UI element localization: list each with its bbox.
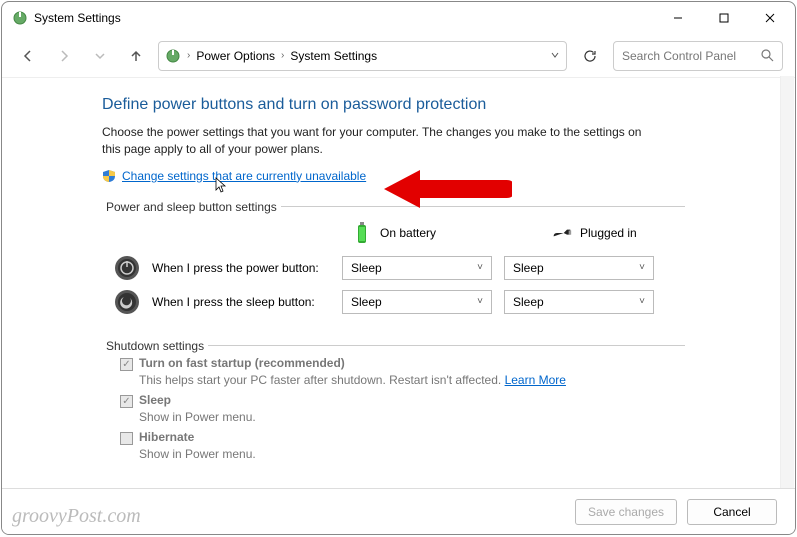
content-area: Define power buttons and turn on passwor… [2, 78, 795, 498]
page-description: Choose the power settings that you want … [102, 124, 662, 158]
up-button[interactable] [122, 42, 150, 70]
power-options-icon [165, 48, 181, 64]
search-icon [761, 49, 774, 62]
change-settings-link[interactable]: Change settings that are currently unava… [122, 169, 366, 183]
hibernate-checkbox [120, 432, 133, 445]
navigation-bar: › Power Options › System Settings Search… [2, 34, 795, 78]
battery-icon [352, 221, 372, 245]
power-button-plugged-select[interactable]: Sleep˅ [504, 256, 654, 280]
search-placeholder: Search Control Panel [622, 49, 761, 63]
minimize-button[interactable] [655, 3, 701, 33]
window-title: System Settings [34, 11, 121, 25]
on-battery-label: On battery [380, 226, 436, 240]
learn-more-link[interactable]: Learn More [505, 373, 566, 387]
sleep-button-row: When I press the sleep button: Sleep˅ Sl… [102, 289, 795, 315]
shield-icon [102, 169, 116, 183]
power-sleep-group-label: Power and sleep button settings [102, 200, 281, 214]
fast-startup-desc: This helps start your PC faster after sh… [139, 373, 795, 387]
window-icon [12, 10, 28, 26]
hibernate-checkbox-desc: Show in Power menu. [139, 447, 795, 461]
search-input[interactable]: Search Control Panel [613, 41, 783, 71]
save-button[interactable]: Save changes [575, 499, 677, 525]
sleep-button-plugged-select[interactable]: Sleep˅ [504, 290, 654, 314]
breadcrumb-item-power-options[interactable]: Power Options [196, 49, 275, 63]
sleep-button-battery-select[interactable]: Sleep˅ [342, 290, 492, 314]
breadcrumb[interactable]: › Power Options › System Settings [158, 41, 567, 71]
shutdown-group-label: Shutdown settings [102, 339, 208, 353]
chevron-down-icon: ˅ [477, 262, 483, 273]
watermark: groovyPost.com [12, 505, 141, 528]
titlebar: System Settings [2, 2, 795, 34]
power-button-battery-select[interactable]: Sleep˅ [342, 256, 492, 280]
sleep-button-label: When I press the sleep button: [152, 295, 330, 309]
sleep-checkbox-label: Sleep [139, 393, 171, 407]
power-button-label: When I press the power button: [152, 261, 330, 275]
recent-dropdown[interactable] [86, 42, 114, 70]
chevron-down-icon: ˅ [639, 296, 645, 307]
chevron-right-icon: › [187, 50, 190, 61]
plugged-in-label: Plugged in [580, 226, 637, 240]
plug-icon [552, 221, 572, 245]
power-button-icon [114, 255, 140, 281]
fast-startup-label: Turn on fast startup (recommended) [139, 356, 345, 370]
chevron-down-icon: ˅ [639, 262, 645, 273]
refresh-button[interactable] [575, 41, 605, 71]
cancel-button[interactable]: Cancel [687, 499, 777, 525]
chevron-right-icon: › [281, 50, 284, 61]
power-button-row: When I press the power button: Sleep˅ Sl… [102, 255, 795, 281]
column-headers: On battery Plugged in [102, 221, 795, 245]
cursor-icon [212, 176, 228, 196]
sleep-checkbox [120, 395, 133, 408]
breadcrumb-dropdown[interactable] [550, 49, 560, 63]
window-frame: System Settings › Power Options › System… [1, 1, 796, 535]
sleep-button-icon [114, 289, 140, 315]
chevron-down-icon: ˅ [477, 296, 483, 307]
maximize-button[interactable] [701, 3, 747, 33]
hibernate-checkbox-label: Hibernate [139, 430, 194, 444]
fast-startup-checkbox [120, 358, 133, 371]
forward-button[interactable] [50, 42, 78, 70]
back-button[interactable] [14, 42, 42, 70]
scrollbar[interactable] [780, 76, 794, 533]
page-title: Define power buttons and turn on passwor… [102, 96, 795, 114]
breadcrumb-item-system-settings[interactable]: System Settings [290, 49, 377, 63]
sleep-checkbox-desc: Show in Power menu. [139, 410, 795, 424]
close-button[interactable] [747, 3, 793, 33]
